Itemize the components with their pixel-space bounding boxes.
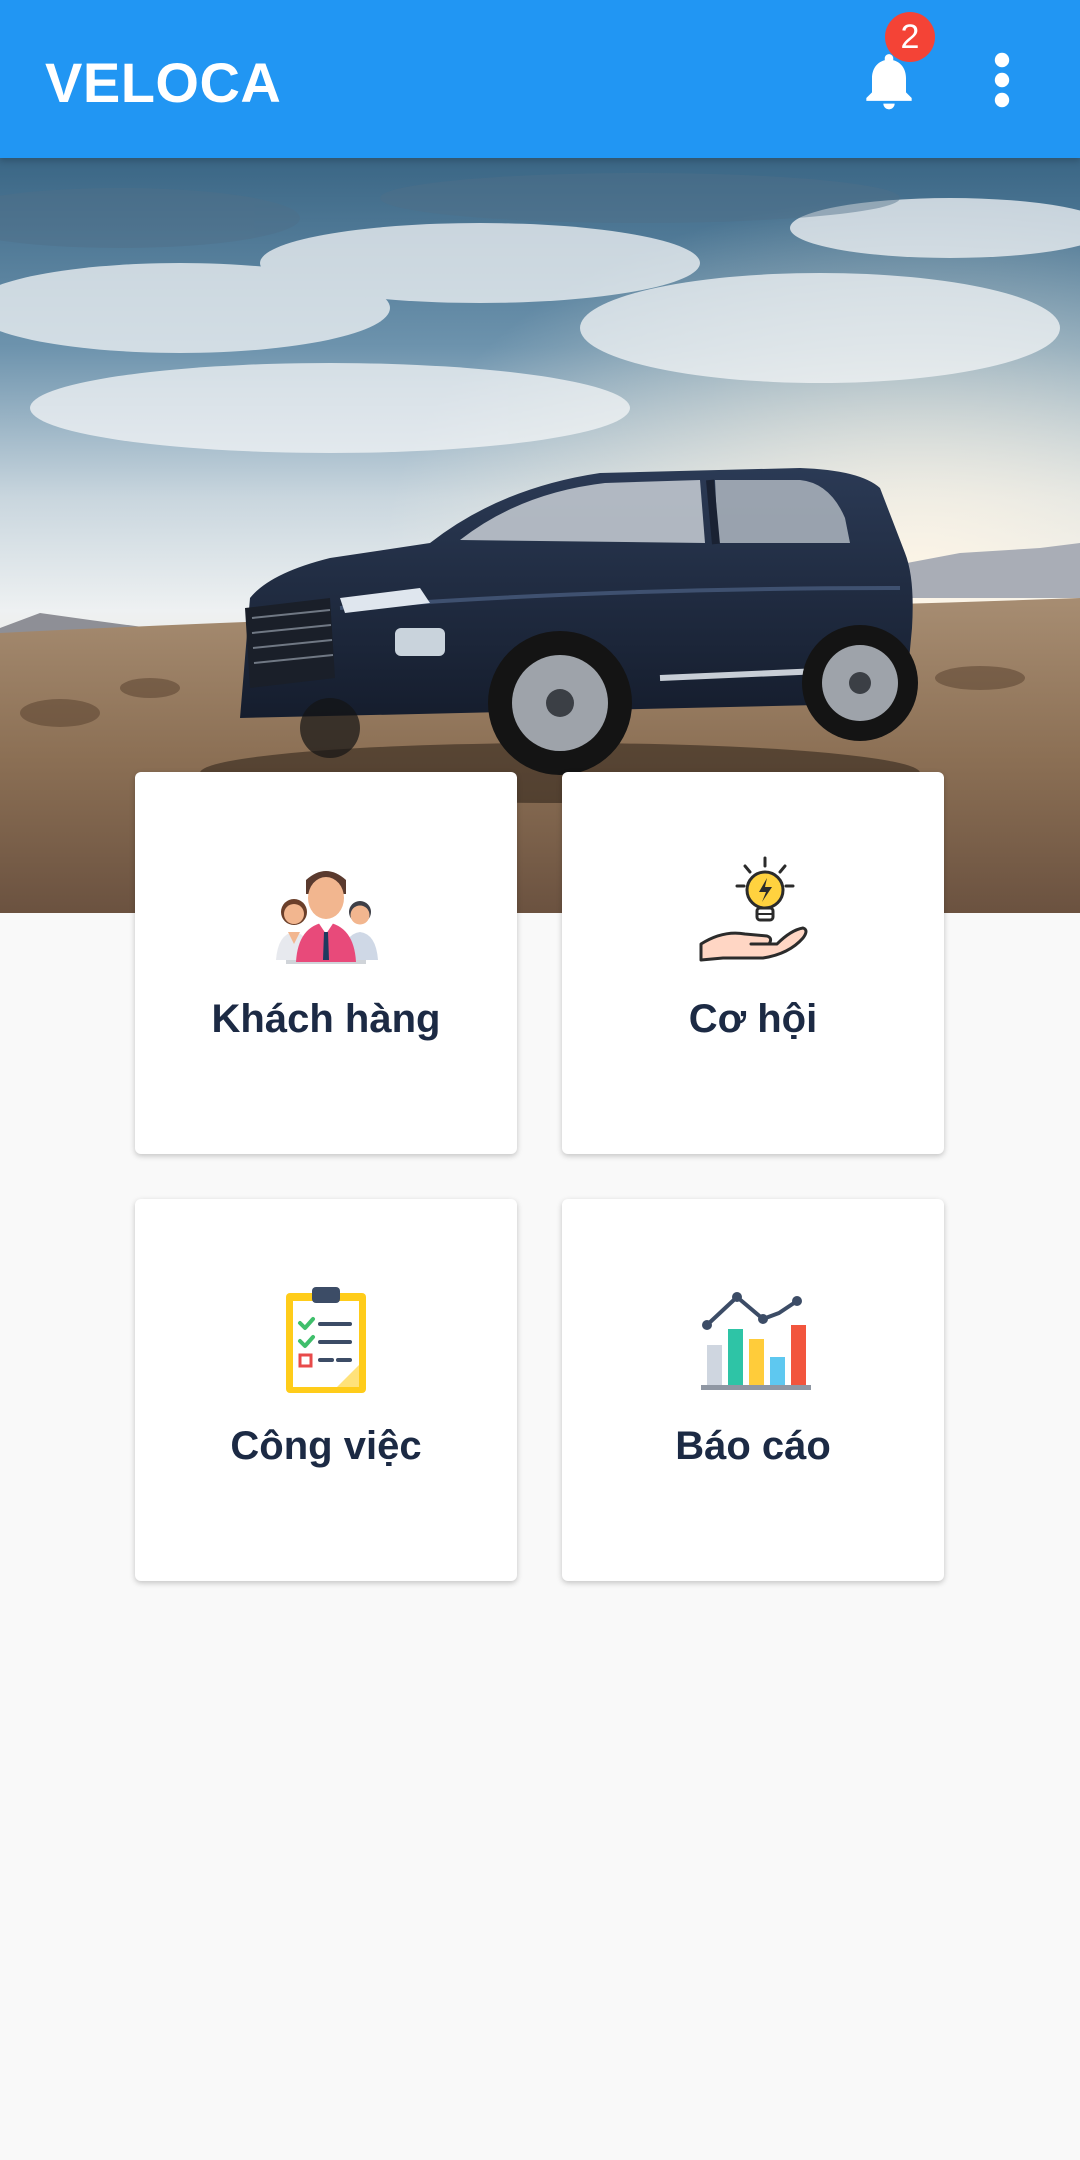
tile-label: Báo cáo [675, 1424, 831, 1468]
tile-label: Cơ hội [688, 997, 818, 1041]
tile-label: Công việc [230, 1424, 422, 1468]
tile-tasks[interactable]: Công việc [135, 1199, 517, 1581]
tile-opportunities[interactable]: Cơ hội [562, 772, 944, 1154]
tile-reports[interactable]: Báo cáo [562, 1199, 944, 1581]
customers-icon [276, 871, 378, 964]
report-icon [701, 1292, 811, 1390]
tile-customers[interactable]: Khách hàng [135, 772, 517, 1154]
app-title: VELOCA [45, 51, 282, 114]
notification-badge[interactable]: 2 [885, 12, 935, 62]
app-bar: VELOCA 2 [0, 0, 1080, 158]
opportunity-icon [699, 856, 808, 962]
tasks-icon [286, 1287, 366, 1393]
more-vert-icon[interactable] [985, 50, 1019, 110]
tile-label: Khách hàng [211, 997, 441, 1041]
